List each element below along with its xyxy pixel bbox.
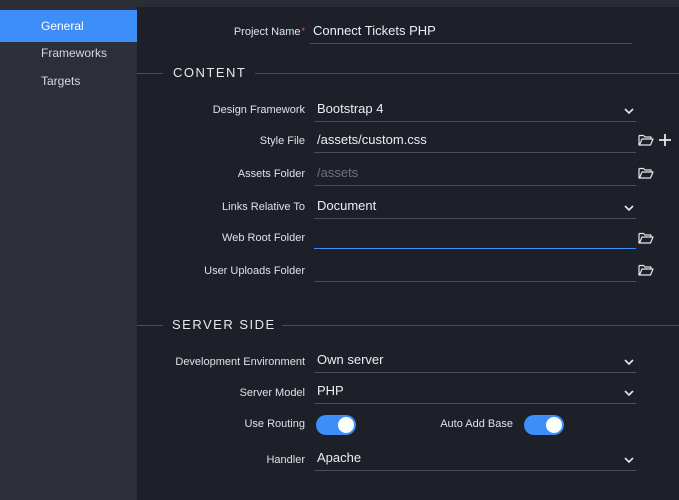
- web-root-folder-label: Web Root Folder: [222, 232, 305, 244]
- chevron-down-icon: [624, 98, 634, 124]
- chevron-down-icon: [624, 349, 634, 375]
- use-routing-label: Use Routing: [244, 418, 305, 430]
- server-model-label: Server Model: [239, 387, 305, 399]
- required-mark: *: [301, 26, 305, 36]
- development-environment-value: Own server: [317, 352, 384, 367]
- auto-add-base-label: Auto Add Base: [440, 418, 513, 430]
- design-framework-value: Bootstrap 4: [317, 101, 384, 116]
- assets-folder-label: Assets Folder: [237, 168, 305, 180]
- handler-label: Handler: [266, 454, 305, 466]
- development-environment-select[interactable]: Own server: [314, 349, 636, 373]
- design-framework-select[interactable]: Bootstrap 4: [314, 98, 636, 122]
- server-model-value: PHP: [317, 383, 344, 398]
- sidebar-item-label: Frameworks: [41, 46, 108, 60]
- design-framework-label: Design Framework: [212, 104, 305, 116]
- folder-open-icon[interactable]: [638, 133, 656, 149]
- divider: [137, 73, 163, 74]
- chevron-down-icon: [624, 447, 634, 473]
- assets-folder-input[interactable]: /assets: [314, 162, 636, 186]
- auto-add-base-toggle[interactable]: [524, 415, 564, 435]
- sidebar-item-label: Targets: [41, 74, 81, 88]
- server-model-select[interactable]: PHP: [314, 380, 636, 404]
- sidebar-item-label: General: [41, 19, 84, 33]
- folder-open-icon[interactable]: [638, 166, 656, 182]
- style-file-value: /assets/custom.css: [317, 132, 427, 147]
- project-name-label: Project Name*: [135, 26, 305, 38]
- user-uploads-folder-input[interactable]: [314, 258, 636, 282]
- links-relative-to-label: Links Relative To: [222, 201, 305, 213]
- style-file-input[interactable]: /assets/custom.css: [314, 129, 636, 153]
- project-name-label-text: Project Name: [233, 26, 301, 38]
- style-file-label: Style File: [259, 135, 305, 147]
- divider: [255, 73, 679, 74]
- web-root-folder-input[interactable]: [314, 225, 636, 249]
- folder-open-icon[interactable]: [638, 263, 656, 279]
- sidebar: General Frameworks Targets: [0, 7, 137, 500]
- user-uploads-folder-label: User Uploads Folder: [204, 265, 305, 277]
- server-side-section-title: SERVER SIDE: [172, 317, 276, 332]
- links-relative-to-value: Document: [317, 198, 377, 213]
- divider: [282, 325, 679, 326]
- server-side-section-header: SERVER SIDE: [137, 317, 679, 333]
- folder-open-icon[interactable]: [638, 231, 656, 247]
- sidebar-item-targets[interactable]: Targets: [0, 65, 137, 97]
- assets-folder-placeholder: /assets: [317, 165, 359, 180]
- handler-value: Apache: [317, 450, 362, 465]
- chevron-down-icon: [624, 380, 634, 406]
- chevron-down-icon: [624, 195, 634, 221]
- divider: [137, 325, 163, 326]
- plus-icon[interactable]: [658, 133, 676, 149]
- project-name-value: Connect Tickets PHP: [313, 23, 436, 38]
- handler-select[interactable]: Apache: [314, 447, 636, 471]
- content-section-title: CONTENT: [173, 65, 247, 80]
- project-name-input[interactable]: Connect Tickets PHP: [310, 20, 632, 44]
- toggle-knob: [546, 417, 562, 433]
- window-top-bar: [0, 0, 679, 7]
- content-section-header: CONTENT: [137, 65, 679, 81]
- links-relative-to-select[interactable]: Document: [314, 195, 636, 219]
- development-environment-label: Development Environment: [175, 356, 305, 368]
